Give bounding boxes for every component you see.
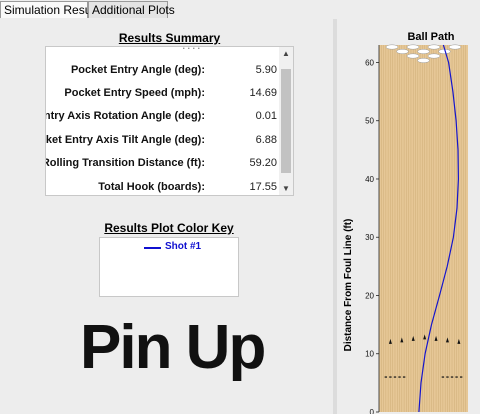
summary-row: Total Hook (boards): 17.55 [46, 178, 280, 195]
summary-row: Pocket Entry Speed (mph): 14.69 [46, 84, 280, 104]
pin-icon [448, 44, 462, 50]
summary-label: Pocket Entry Speed (mph): [64, 87, 205, 99]
results-summary-panel: . . . . Pocket Entry Angle (deg): 5.90 P… [45, 46, 294, 196]
y-tick-label: 40 [365, 175, 374, 184]
summary-row: Rolling Transition Distance (ft): 59.20 [46, 154, 280, 174]
tab-additional-plots[interactable]: Additional Plots [88, 1, 175, 18]
scroll-up-icon[interactable]: ▲ [279, 49, 293, 58]
y-axis-label: Distance From Foul Line (ft) [343, 219, 354, 352]
pin-icon [406, 53, 420, 59]
summary-label: Pocket Entry Axis Rotation Angle (deg): [46, 110, 205, 122]
pin-up-logo: Pin Up [80, 313, 266, 382]
pin-icon [406, 44, 420, 50]
scroll-down-icon[interactable]: ▼ [279, 184, 293, 193]
pin-icon [427, 44, 441, 50]
y-tick-label: 60 [365, 58, 374, 67]
shot-1-key-label: Shot #1 [165, 241, 202, 252]
color-key-title: Results Plot Color Key [104, 221, 234, 235]
summary-value: 6.88 [255, 134, 277, 146]
summary-value: 5.90 [255, 64, 277, 76]
pin-icon [396, 49, 409, 54]
shot-1-line-swatch [144, 247, 161, 249]
summary-value: 0.01 [255, 110, 277, 122]
scrollbar-thumb[interactable] [281, 69, 291, 173]
y-tick-label: 30 [365, 233, 374, 242]
y-tick-label: 50 [365, 117, 374, 126]
summary-row: Pocket Entry Angle (deg): 5.90 [46, 61, 280, 81]
summary-row: Pocket Entry Axis Rotation Angle (deg): … [46, 107, 280, 127]
partial-row-text: . . . . [182, 46, 200, 51]
summary-label: Pocket Entry Angle (deg): [70, 64, 205, 76]
summary-scrollbar[interactable]: ▲ ▼ [279, 47, 293, 195]
summary-label: Total Hook (boards): [98, 181, 205, 193]
pin-icon [385, 44, 399, 50]
summary-row-partial: . . . . [46, 46, 280, 52]
summary-row: Pocket Entry Axis Tilt Angle (deg): 6.88 [46, 131, 280, 151]
y-tick-label: 0 [370, 408, 375, 414]
pin-icon [417, 58, 430, 63]
ball-path-chart: Ball Path Distance From Foul Line (ft) 0… [343, 31, 468, 414]
tab-bar: Simulation Results Additional Plots [0, 0, 480, 19]
summary-label: Pocket Entry Axis Tilt Angle (deg): [45, 134, 205, 146]
summary-value: 17.55 [249, 181, 277, 193]
plot-area: 0 10 20 30 40 50 60 [365, 44, 468, 414]
summary-value: 59.20 [249, 157, 277, 169]
pin-icon [417, 49, 430, 54]
tab-simulation-results[interactable]: Simulation Results [0, 1, 103, 18]
pin-icon [427, 53, 441, 59]
chart-title: Ball Path [407, 31, 454, 43]
summary-label: Rolling Transition Distance (ft): [45, 157, 205, 169]
color-key-panel: Shot #1 [99, 237, 239, 297]
results-summary-title: Results Summary [118, 31, 221, 45]
y-tick-label: 10 [365, 350, 374, 359]
y-tick-label: 20 [365, 291, 374, 300]
summary-value: 14.69 [249, 87, 277, 99]
